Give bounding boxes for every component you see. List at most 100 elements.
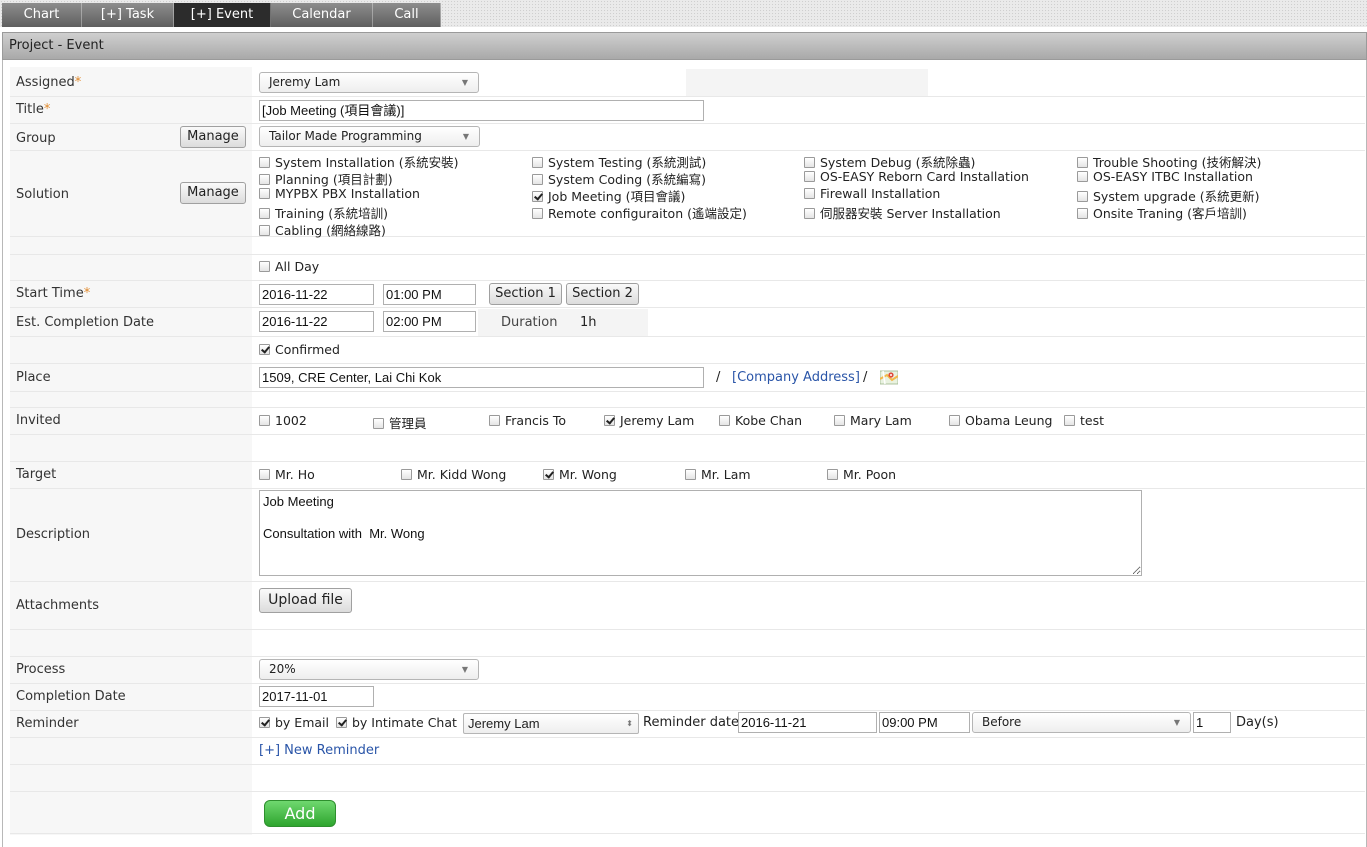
map-icon[interactable] — [880, 370, 898, 385]
reminder-user-select[interactable]: Jeremy Lam ⬍ — [463, 713, 639, 734]
target-item[interactable]: Mr. Ho — [259, 467, 315, 482]
solution-item[interactable]: Remote configuraiton (遙端設定) — [532, 203, 747, 222]
checkbox-box[interactable] — [532, 191, 543, 202]
checkbox-box[interactable] — [532, 157, 543, 168]
invited-item[interactable]: Francis To — [489, 413, 566, 428]
tab-event[interactable]: [+] Event — [174, 3, 271, 27]
invited-item[interactable]: Obama Leung — [949, 413, 1052, 428]
place-input[interactable]: 1509, CRE Center, Lai Chi Kok — [259, 367, 704, 388]
checkbox-box[interactable] — [1077, 171, 1088, 182]
upload-file-button[interactable]: Upload file — [259, 588, 352, 613]
group-select[interactable]: Tailor Made Programming ▼ — [259, 126, 480, 147]
solution-item-label: System upgrade (系統更新) — [1093, 189, 1260, 204]
target-item[interactable]: Mr. Kidd Wong — [401, 467, 506, 482]
by-chat-checkbox[interactable]: by Intimate Chat — [336, 715, 457, 730]
section-2-button[interactable]: Section 2 — [566, 283, 639, 305]
tab-call[interactable]: Call — [373, 3, 441, 27]
checkbox-box[interactable] — [804, 188, 815, 199]
section-1-button[interactable]: Section 1 — [489, 283, 562, 305]
checkbox-box[interactable] — [259, 225, 270, 236]
checkbox-box[interactable] — [1064, 415, 1075, 426]
by-email-checkbox[interactable]: by Email — [259, 715, 329, 730]
checkbox-box[interactable] — [804, 171, 815, 182]
checkbox-box[interactable] — [259, 261, 270, 272]
new-reminder-link[interactable]: [+] New Reminder — [259, 743, 379, 758]
solution-item[interactable]: OS-EASY ITBC Installation — [1077, 169, 1253, 184]
checkbox-box[interactable] — [373, 418, 384, 429]
checkbox-box[interactable] — [604, 415, 615, 426]
reminder-date-input[interactable]: 2016-11-21 — [738, 712, 877, 733]
solution-item[interactable]: Firewall Installation — [804, 186, 940, 201]
checkbox-box[interactable] — [259, 157, 270, 168]
row-divider — [10, 254, 1365, 255]
tab-task[interactable]: [+] Task — [82, 3, 174, 27]
checkbox-box[interactable] — [532, 174, 543, 185]
checkbox-box[interactable] — [1077, 191, 1088, 202]
checkbox-box[interactable] — [259, 415, 270, 426]
checkbox-box[interactable] — [259, 344, 270, 355]
row-divider — [10, 581, 1365, 582]
row-divider — [10, 434, 1365, 435]
solution-manage-button[interactable]: Manage — [180, 182, 246, 204]
solution-item-label: Cabling (網絡線路) — [275, 223, 386, 238]
invited-item[interactable]: Mary Lam — [834, 413, 912, 428]
checkbox-box[interactable] — [1077, 157, 1088, 168]
completion-date-input[interactable]: 2017-11-01 — [259, 686, 374, 707]
invited-item[interactable]: 管理員 — [373, 413, 427, 432]
start-date-input[interactable]: 2016-11-22 — [259, 284, 374, 305]
tab-chart[interactable]: Chart — [2, 3, 82, 27]
reminder-before-select[interactable]: Before ▼ — [972, 712, 1191, 733]
checkbox-box[interactable] — [834, 415, 845, 426]
checkbox-box[interactable] — [543, 469, 554, 480]
solution-item-label: OS-EASY Reborn Card Installation — [820, 169, 1029, 184]
solution-item[interactable]: Cabling (網絡線路) — [259, 220, 386, 239]
description-textarea[interactable]: Job Meeting Consultation with Mr. Wong — [259, 490, 1142, 576]
checkbox-box[interactable] — [804, 157, 815, 168]
invited-item[interactable]: test — [1064, 413, 1104, 428]
add-button[interactable]: Add — [264, 800, 336, 827]
invited-item[interactable]: Jeremy Lam — [604, 413, 694, 428]
checkbox-box[interactable] — [685, 469, 696, 480]
assigned-select[interactable]: Jeremy Lam ▼ — [259, 72, 479, 93]
checkbox-box[interactable] — [827, 469, 838, 480]
reminder-days-input[interactable]: 1 — [1193, 712, 1231, 733]
solution-item-label: System Coding (系統編寫) — [548, 172, 706, 187]
confirmed-checkbox[interactable]: Confirmed — [259, 342, 340, 357]
solution-item-label: Job Meeting (項目會議) — [548, 189, 686, 204]
all-day-checkbox[interactable]: All Day — [259, 259, 319, 274]
target-item[interactable]: Mr. Wong — [543, 467, 617, 482]
start-time-input[interactable]: 01:00 PM — [383, 284, 476, 305]
invited-item-label: Obama Leung — [965, 413, 1053, 428]
checkbox-box[interactable] — [259, 208, 270, 219]
target-item[interactable]: Mr. Poon — [827, 467, 896, 482]
solution-item[interactable]: Onsite Traning (客戶培訓) — [1077, 203, 1247, 222]
checkbox-box[interactable] — [719, 415, 730, 426]
checkbox-box[interactable] — [336, 717, 347, 728]
tab-calendar[interactable]: Calendar — [271, 3, 373, 27]
solution-item[interactable]: OS-EASY Reborn Card Installation — [804, 169, 1029, 184]
est-date-input[interactable]: 2016-11-22 — [259, 311, 374, 332]
checkbox-box[interactable] — [259, 469, 270, 480]
checkbox-box[interactable] — [259, 174, 270, 185]
solution-item[interactable]: 伺服器安裝 Server Installation — [804, 203, 1001, 222]
checkbox-box[interactable] — [259, 188, 270, 199]
checkbox-box[interactable] — [489, 415, 500, 426]
invited-item[interactable]: 1002 — [259, 413, 307, 428]
row-divider — [10, 488, 1365, 489]
checkbox-box[interactable] — [1077, 208, 1088, 219]
reminder-time-input[interactable]: 09:00 PM — [879, 712, 970, 733]
checkbox-box[interactable] — [532, 208, 543, 219]
group-manage-button[interactable]: Manage — [180, 126, 246, 148]
target-item[interactable]: Mr. Lam — [685, 467, 751, 482]
checkbox-box[interactable] — [401, 469, 412, 480]
checkbox-box[interactable] — [259, 717, 270, 728]
checkbox-box[interactable] — [949, 415, 960, 426]
solution-item[interactable]: MYPBX PBX Installation — [259, 186, 420, 201]
row-divider — [10, 629, 1365, 630]
process-select[interactable]: 20% ▼ — [259, 659, 479, 680]
company-address-link[interactable]: [Company Address] — [732, 370, 860, 385]
invited-item[interactable]: Kobe Chan — [719, 413, 802, 428]
checkbox-box[interactable] — [804, 208, 815, 219]
est-time-input[interactable]: 02:00 PM — [383, 311, 476, 332]
title-input[interactable]: [Job Meeting (項目會議)] — [259, 100, 704, 121]
